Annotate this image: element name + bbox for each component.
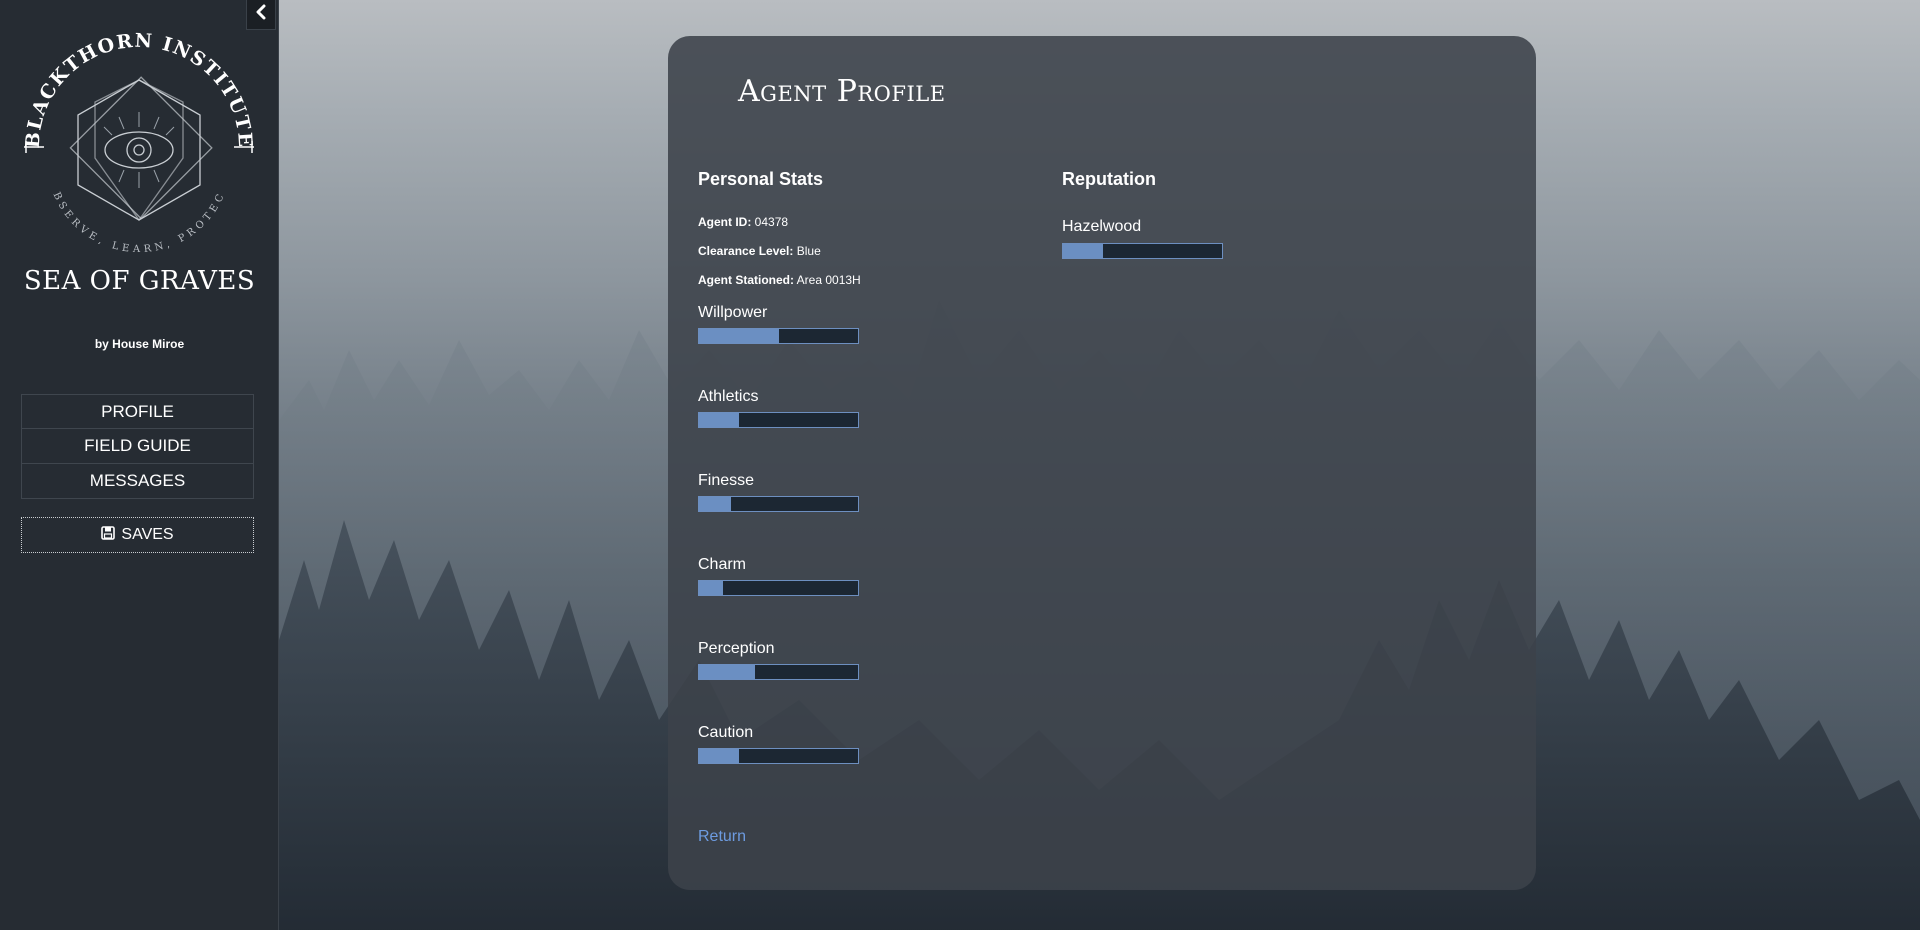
info-value: Blue bbox=[796, 244, 821, 258]
stat-caution: Caution bbox=[698, 724, 1028, 808]
stat-label: Finesse bbox=[698, 472, 755, 489]
reputation-bar bbox=[1062, 243, 1223, 259]
stat-label: Charm bbox=[698, 556, 747, 573]
sidebar-nav: PROFILE FIELD GUIDE MESSAGES bbox=[21, 394, 254, 499]
agent-stationed-row: Agent Stationed: Area 0013H bbox=[698, 273, 1028, 302]
clearance-level-row: Clearance Level: Blue bbox=[698, 244, 1028, 273]
stat-label: Caution bbox=[698, 724, 754, 741]
info-key: Agent Stationed: bbox=[698, 273, 794, 287]
agent-profile-panel: Agent Profile Personal Stats Agent ID: 0… bbox=[668, 36, 1536, 890]
saves-button[interactable]: SAVES bbox=[21, 517, 254, 553]
stat-label: Perception bbox=[698, 640, 775, 657]
stat-bar bbox=[698, 580, 859, 596]
info-key: Agent ID: bbox=[698, 215, 752, 229]
info-value: Area 0013H bbox=[796, 273, 861, 287]
reputation-section: Reputation Hazelwood bbox=[1062, 169, 1392, 259]
nav-item-field-guide[interactable]: FIELD GUIDE bbox=[21, 429, 254, 464]
stat-label: Willpower bbox=[698, 304, 768, 321]
stat-bar-fill bbox=[699, 497, 731, 511]
stat-bar bbox=[698, 496, 859, 512]
nav-item-messages[interactable]: MESSAGES bbox=[21, 464, 254, 499]
stat-bar bbox=[698, 748, 859, 764]
stat-label: Athletics bbox=[698, 388, 759, 405]
stat-willpower: Willpower bbox=[698, 304, 1028, 388]
floppy-disk-icon bbox=[101, 525, 116, 545]
stat-bar-fill bbox=[699, 749, 739, 763]
page-title: Agent Profile bbox=[738, 74, 946, 109]
reputation-heading: Reputation bbox=[1062, 169, 1156, 189]
return-link[interactable]: Return bbox=[698, 828, 746, 846]
stat-bar bbox=[698, 412, 859, 428]
personal-stats-section: Personal Stats Agent ID: 04378 Clearance… bbox=[698, 169, 1028, 808]
reputation-label: Hazelwood bbox=[1062, 218, 1142, 235]
stat-bar-fill bbox=[699, 329, 779, 343]
info-value: 04378 bbox=[754, 215, 789, 229]
svg-text:BLACKTHORN INSTITUTE: BLACKTHORN INSTITUTE bbox=[22, 30, 257, 149]
personal-stats-heading: Personal Stats bbox=[698, 169, 824, 189]
sidebar: BLACKTHORN INSTITUTE OBSERVE, LEARN, PRO… bbox=[0, 0, 279, 930]
stat-charm: Charm bbox=[698, 556, 1028, 640]
stat-bar-fill bbox=[699, 413, 739, 427]
blackthorn-emblem-logo: BLACKTHORN INSTITUTE OBSERVE, LEARN, PRO… bbox=[8, 14, 264, 272]
stat-bar-fill bbox=[699, 581, 723, 595]
saves-label: SAVES bbox=[121, 526, 174, 543]
byline: by House Miroe bbox=[94, 337, 185, 351]
stat-bar bbox=[698, 664, 859, 680]
reputation-hazelwood: Hazelwood bbox=[1062, 218, 1392, 259]
stat-athletics: Athletics bbox=[698, 388, 1028, 472]
stat-bar bbox=[698, 328, 859, 344]
nav-item-profile[interactable]: PROFILE bbox=[21, 394, 254, 429]
agent-id-row: Agent ID: 04378 bbox=[698, 215, 1028, 244]
game-title: SEA OF GRAVES bbox=[23, 266, 256, 296]
stats-list: Willpower Athletics Finesse Charm Percep… bbox=[698, 304, 1028, 808]
stat-finesse: Finesse bbox=[698, 472, 1028, 556]
reputation-bar-fill bbox=[1063, 244, 1103, 258]
agent-info-list: Agent ID: 04378 Clearance Level: Blue Ag… bbox=[698, 215, 1028, 302]
stat-bar-fill bbox=[699, 665, 755, 679]
info-key: Clearance Level: bbox=[698, 244, 794, 258]
stat-perception: Perception bbox=[698, 640, 1028, 724]
